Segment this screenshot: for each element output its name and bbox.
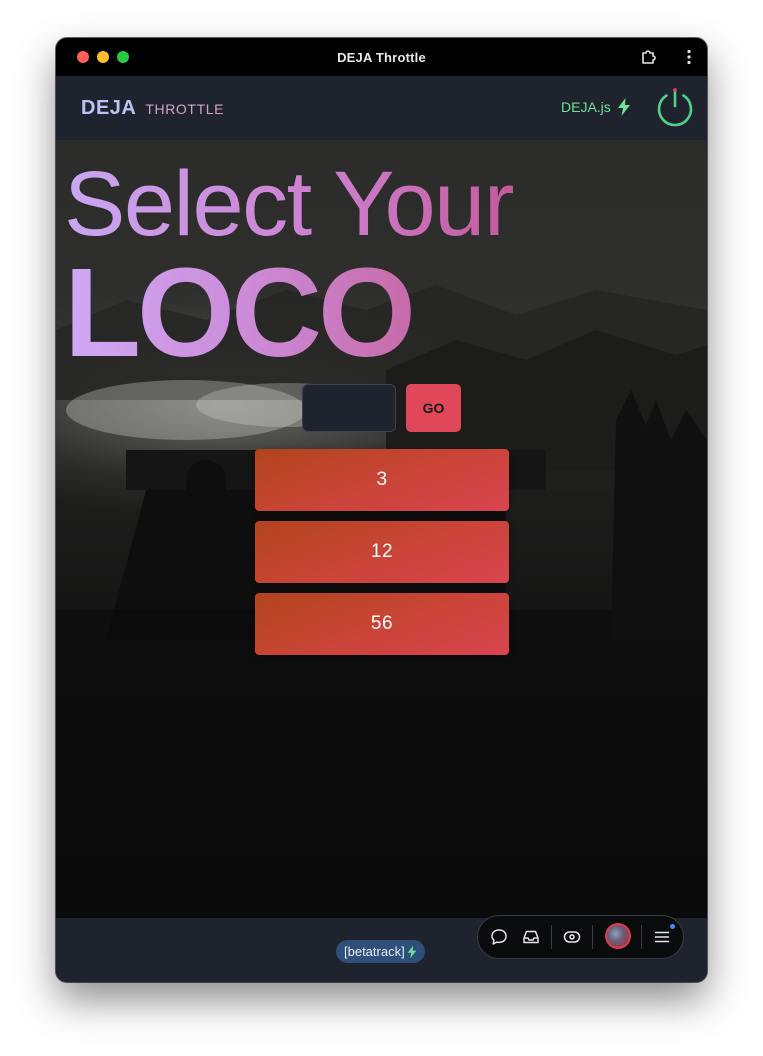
power-icon: [657, 88, 693, 127]
main-content: Select Your LOCO GO 3 12 56: [56, 140, 707, 918]
floating-dock: [477, 915, 684, 959]
traffic-lights: [77, 51, 129, 63]
app-footer: [betatrack]: [56, 915, 707, 982]
dock-divider: [641, 925, 642, 949]
power-button[interactable]: [654, 86, 696, 128]
notification-dot: [670, 924, 675, 929]
loco-button-12[interactable]: 12: [255, 521, 509, 583]
dock-divider: [551, 925, 552, 949]
brand-primary: DEJA: [81, 97, 137, 119]
extension-puzzle-icon[interactable]: [639, 47, 659, 67]
dock-divider: [592, 925, 593, 949]
inbox-icon[interactable]: [520, 926, 542, 948]
brand-secondary: THROTTLE: [145, 101, 225, 117]
window-title: DEJA Throttle: [337, 49, 426, 65]
loco-button-56[interactable]: 56: [255, 593, 509, 655]
minimize-window-button[interactable]: [97, 51, 109, 63]
more-vertical-icon[interactable]: [679, 47, 699, 67]
lightning-bolt-icon: [617, 98, 630, 116]
brand-logo[interactable]: DEJA THROTTLE: [81, 97, 224, 120]
hamburger-menu-icon[interactable]: [651, 924, 675, 948]
lightning-bolt-icon: [407, 945, 416, 958]
headline-loco: LOCO: [64, 242, 416, 383]
dejajs-status[interactable]: DEJA.js: [561, 98, 631, 116]
window-titlebar: DEJA Throttle: [56, 38, 707, 76]
go-button[interactable]: GO: [406, 384, 461, 432]
app-header: DEJA THROTTLE DEJA.js: [56, 76, 707, 140]
eye-icon[interactable]: [561, 926, 583, 948]
loco-button-3[interactable]: 3: [255, 449, 509, 511]
track-status-chip[interactable]: [betatrack]: [336, 940, 425, 963]
avatar[interactable]: [605, 923, 631, 949]
headline-select-your: Select Your: [64, 153, 514, 255]
app-window: DEJA Throttle DEJA THROTTLE DEJA.js Sele…: [56, 38, 707, 982]
close-window-button[interactable]: [77, 51, 89, 63]
zoom-window-button[interactable]: [117, 51, 129, 63]
dejajs-status-label: DEJA.js: [561, 99, 611, 115]
loco-list: 3 12 56: [255, 449, 509, 665]
loco-address-input[interactable]: [302, 384, 396, 432]
chat-bubble-icon[interactable]: [488, 926, 510, 948]
track-label: [betatrack]: [344, 944, 405, 959]
